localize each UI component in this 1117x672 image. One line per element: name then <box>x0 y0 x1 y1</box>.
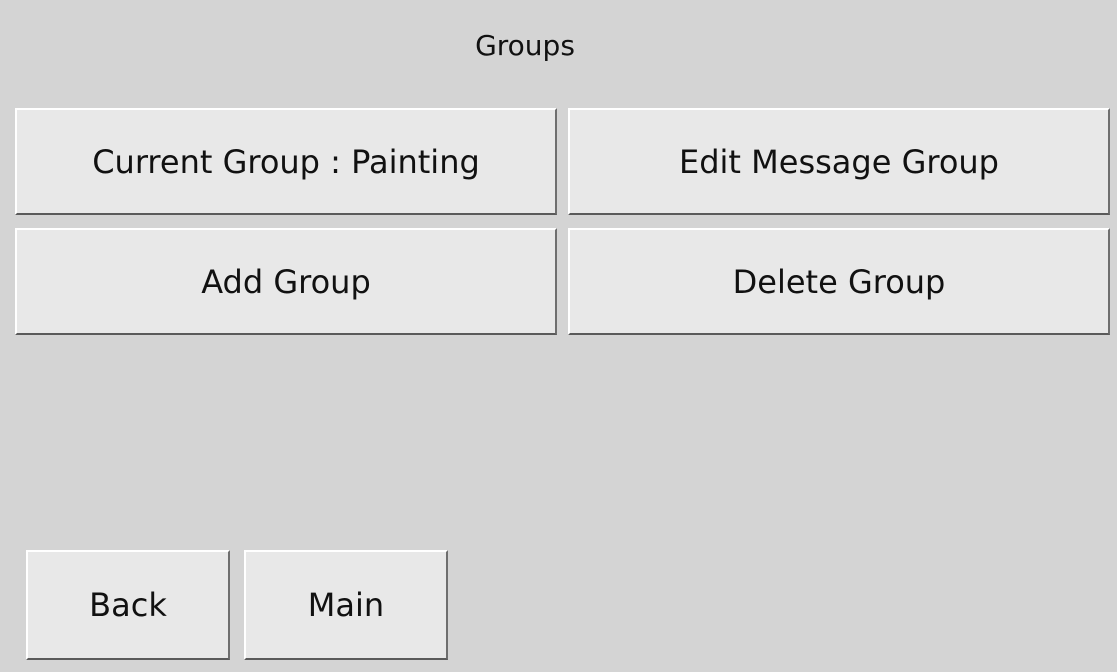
main-label: Main <box>307 586 385 624</box>
page-title: Groups <box>475 29 575 62</box>
delete-group-button[interactable]: Delete Group <box>568 228 1110 335</box>
back-button[interactable]: Back <box>26 550 230 660</box>
add-group-button[interactable]: Add Group <box>15 228 557 335</box>
main-button[interactable]: Main <box>244 550 448 660</box>
back-label: Back <box>89 586 167 624</box>
current-group-label: Current Group : Painting <box>92 142 480 181</box>
edit-message-group-label: Edit Message Group <box>679 142 999 181</box>
add-group-label: Add Group <box>201 262 371 301</box>
current-group-button[interactable]: Current Group : Painting <box>15 108 557 215</box>
delete-group-label: Delete Group <box>732 262 946 301</box>
edit-message-group-button[interactable]: Edit Message Group <box>568 108 1110 215</box>
